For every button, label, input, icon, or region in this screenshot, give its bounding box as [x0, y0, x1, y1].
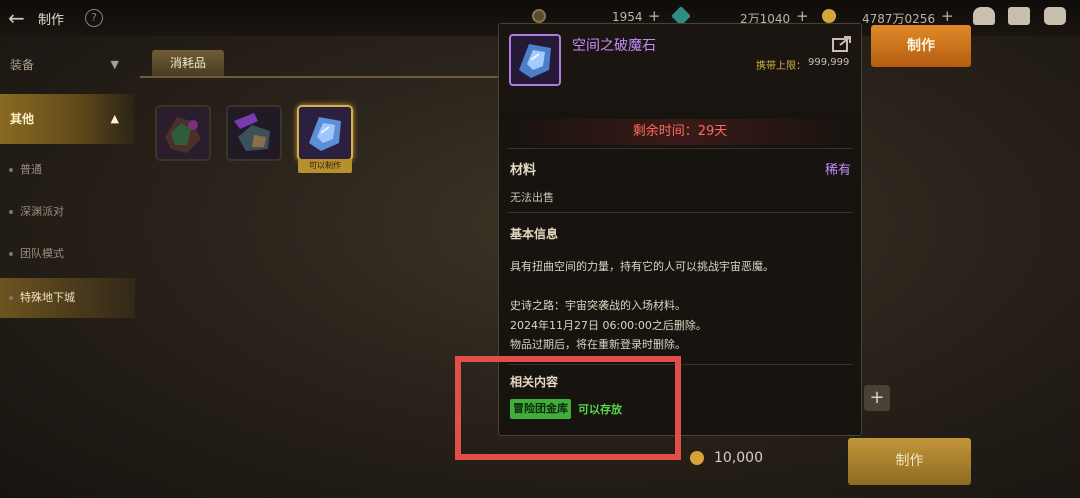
chevron-up-icon: ▲ — [110, 112, 119, 125]
space-stone-item-icon[interactable] — [297, 105, 353, 161]
sidebar-category-other[interactable]: 其他 ▲ — [0, 94, 135, 144]
craft-button[interactable]: 制作 — [871, 25, 971, 67]
item-type: 材料 — [510, 163, 537, 178]
currency-coin-value: 1954 — [612, 10, 643, 24]
gold-coin-icon — [690, 451, 704, 465]
sidebar-category-label: 其他 — [10, 112, 35, 126]
gold-icon — [822, 9, 836, 23]
item-name: 空间之破魔石 — [572, 38, 656, 54]
tab-consumables[interactable]: 消耗品 — [152, 50, 224, 76]
item-detail-line: 2024年11月27日 06:00:00之后删除。 — [510, 319, 707, 332]
remaining-time: 剩余时间：29天 — [507, 119, 853, 145]
item-detail-line: 物品过期后，将在重新登录时删除。 — [510, 338, 686, 351]
item-rarity: 稀有 — [825, 163, 852, 178]
sidebar-item-abyss-party[interactable]: 深渊派对 — [0, 192, 135, 232]
chevron-down-icon: ▼ — [110, 58, 119, 71]
item-description: 具有扭曲空间的力量，持有它的人可以挑战宇宙恶魔。 — [510, 260, 774, 273]
dark-stone-item-icon[interactable] — [226, 105, 282, 161]
dark-crystal-item-icon[interactable] — [155, 105, 211, 161]
share-icon[interactable] — [832, 35, 852, 52]
basic-info-title: 基本信息 — [510, 227, 559, 241]
sidebar-item-special-dungeon[interactable]: 特殊地下城 — [0, 278, 135, 318]
sidebar-item-normal[interactable]: 普通 — [0, 150, 135, 190]
chat-icon[interactable] — [1044, 7, 1066, 25]
quantity-increase-button[interactable]: + — [864, 385, 890, 411]
highlight-box — [455, 356, 681, 460]
tab-underline — [140, 76, 500, 78]
add-gold-button[interactable]: + — [941, 7, 954, 25]
space-stone-item-icon — [509, 34, 561, 86]
carry-limit-value: 999,999 — [808, 57, 850, 68]
divider — [507, 212, 853, 213]
sidebar-category-equipment[interactable]: 装备 ▼ — [0, 46, 135, 84]
arrow-left-icon[interactable]: ← — [8, 7, 30, 29]
trade-restriction: 无法出售 — [510, 191, 554, 204]
sidebar-category-label: 装备 — [10, 58, 35, 72]
category-sidebar: 装备 ▼ 其他 ▲ 普通 深渊派对 团队模式 特殊地下城 — [0, 44, 135, 444]
craft-confirm-button[interactable]: 制作 — [848, 438, 971, 485]
carry-limit-label: 携带上限： — [756, 61, 806, 72]
craft-price: 10,000 — [714, 450, 763, 466]
chest-icon[interactable] — [973, 7, 995, 25]
item-detail-line: 史诗之路：宇宙突袭战的入场材料。 — [510, 299, 686, 312]
sidebar-item-raid-mode[interactable]: 团队模式 — [0, 234, 135, 274]
coin-icon — [532, 9, 546, 23]
question-circle-icon[interactable]: ? — [85, 9, 103, 27]
mail-icon[interactable] — [1008, 7, 1030, 25]
divider — [507, 148, 853, 149]
craftable-tag: 可以制作 — [298, 159, 352, 173]
page-title: 制作 — [38, 13, 65, 28]
